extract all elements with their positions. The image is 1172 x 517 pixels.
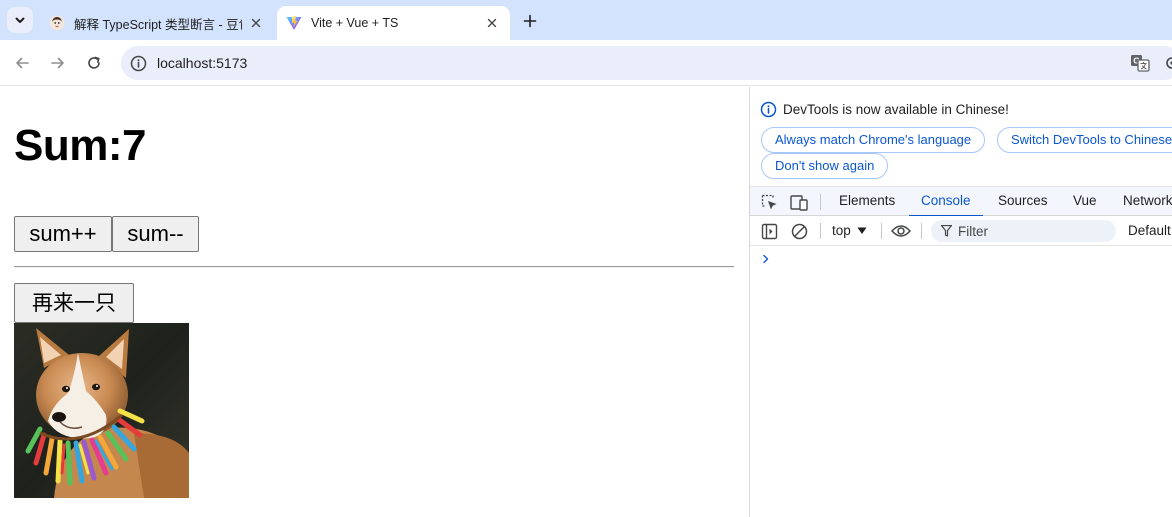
language-notice-text: DevTools is now available in Chinese! bbox=[783, 102, 1009, 117]
language-notice: DevTools is now available in Chinese! bbox=[760, 101, 1009, 118]
devtools-panel: DevTools is now available in Chinese! Al… bbox=[749, 87, 1172, 517]
eye-icon[interactable] bbox=[891, 221, 911, 241]
tab-vite[interactable]: Vite + Vue + TS bbox=[277, 6, 510, 40]
another-dog-button[interactable]: 再来一只 bbox=[14, 283, 134, 323]
tab-vue[interactable]: Vue bbox=[1073, 187, 1097, 216]
doubao-avatar-icon bbox=[49, 15, 65, 31]
address-bar[interactable]: localhost:5173 G bbox=[121, 46, 1172, 80]
dropdown-triangle-icon bbox=[857, 227, 867, 234]
console-prompt[interactable] bbox=[762, 249, 1162, 269]
site-info-icon[interactable] bbox=[129, 54, 147, 72]
tab-doubao[interactable]: 解释 TypeScript 类型断言 - 豆包 bbox=[38, 6, 274, 40]
sum-heading: Sum:7 bbox=[14, 121, 146, 170]
reload-button[interactable] bbox=[81, 50, 107, 76]
tab-elements[interactable]: Elements bbox=[839, 187, 895, 216]
chevron-down-icon bbox=[15, 17, 25, 23]
web-page: Sum:7 sum++ sum-- 再来一只 bbox=[0, 87, 749, 517]
device-toolbar-icon[interactable] bbox=[789, 192, 809, 212]
tab-title: 解释 TypeScript 类型断言 - 豆包 bbox=[74, 17, 242, 32]
chevron-right-icon bbox=[763, 254, 769, 264]
tab-title: Vite + Vue + TS bbox=[311, 16, 399, 30]
sum-increment-button[interactable]: sum++ bbox=[14, 216, 112, 252]
vite-logo-icon bbox=[286, 15, 302, 31]
browser-toolbar: localhost:5173 G bbox=[0, 40, 1172, 86]
console-filter-input[interactable]: Filter bbox=[931, 220, 1116, 242]
tab-strip: 解释 TypeScript 类型断言 - 豆包 Vite + Vue + TS bbox=[0, 0, 1172, 40]
inspect-element-icon[interactable] bbox=[759, 192, 779, 212]
back-button[interactable] bbox=[9, 50, 35, 76]
context-label: top bbox=[832, 223, 851, 238]
plus-icon bbox=[523, 14, 537, 28]
clear-console-icon[interactable] bbox=[789, 221, 809, 241]
new-tab-button[interactable] bbox=[518, 9, 542, 33]
forward-button[interactable] bbox=[45, 50, 71, 76]
console-toolbar: top Filter Default levels bbox=[750, 216, 1172, 246]
tab-console[interactable]: Console bbox=[909, 187, 982, 217]
sum-decrement-button[interactable]: sum-- bbox=[112, 216, 199, 252]
always-match-language-button[interactable]: Always match Chrome's language bbox=[761, 127, 986, 153]
filter-icon bbox=[941, 225, 952, 237]
filter-placeholder: Filter bbox=[958, 223, 988, 239]
translate-icon[interactable]: G bbox=[1130, 54, 1150, 72]
toolbar-separator bbox=[820, 223, 821, 239]
dog-image bbox=[14, 323, 189, 498]
close-icon[interactable] bbox=[248, 15, 264, 31]
arrow-left-icon bbox=[16, 57, 29, 69]
url-text: localhost:5173 bbox=[157, 55, 248, 71]
context-selector[interactable]: top bbox=[832, 216, 867, 245]
log-levels-dropdown[interactable]: Default levels bbox=[1128, 216, 1172, 245]
devtools-tab-bar: Elements Console Sources Vue Network bbox=[750, 186, 1172, 217]
switch-to-chinese-button[interactable]: Switch DevTools to Chinese bbox=[997, 127, 1172, 153]
info-icon bbox=[760, 101, 777, 118]
lens-icon[interactable] bbox=[1164, 55, 1172, 71]
divider bbox=[14, 266, 734, 268]
toolbar-separator bbox=[881, 223, 882, 239]
sidebar-toggle-icon[interactable] bbox=[759, 221, 779, 241]
tab-search-button[interactable] bbox=[7, 7, 33, 33]
close-icon[interactable] bbox=[484, 15, 500, 31]
tab-sources[interactable]: Sources bbox=[998, 187, 1048, 216]
toolbar-separator bbox=[820, 194, 821, 210]
toolbar-separator bbox=[921, 223, 922, 239]
dont-show-again-button[interactable]: Don't show again bbox=[761, 153, 889, 179]
reload-icon bbox=[88, 56, 100, 69]
tab-network[interactable]: Network bbox=[1123, 187, 1172, 216]
arrow-right-icon bbox=[51, 57, 64, 69]
